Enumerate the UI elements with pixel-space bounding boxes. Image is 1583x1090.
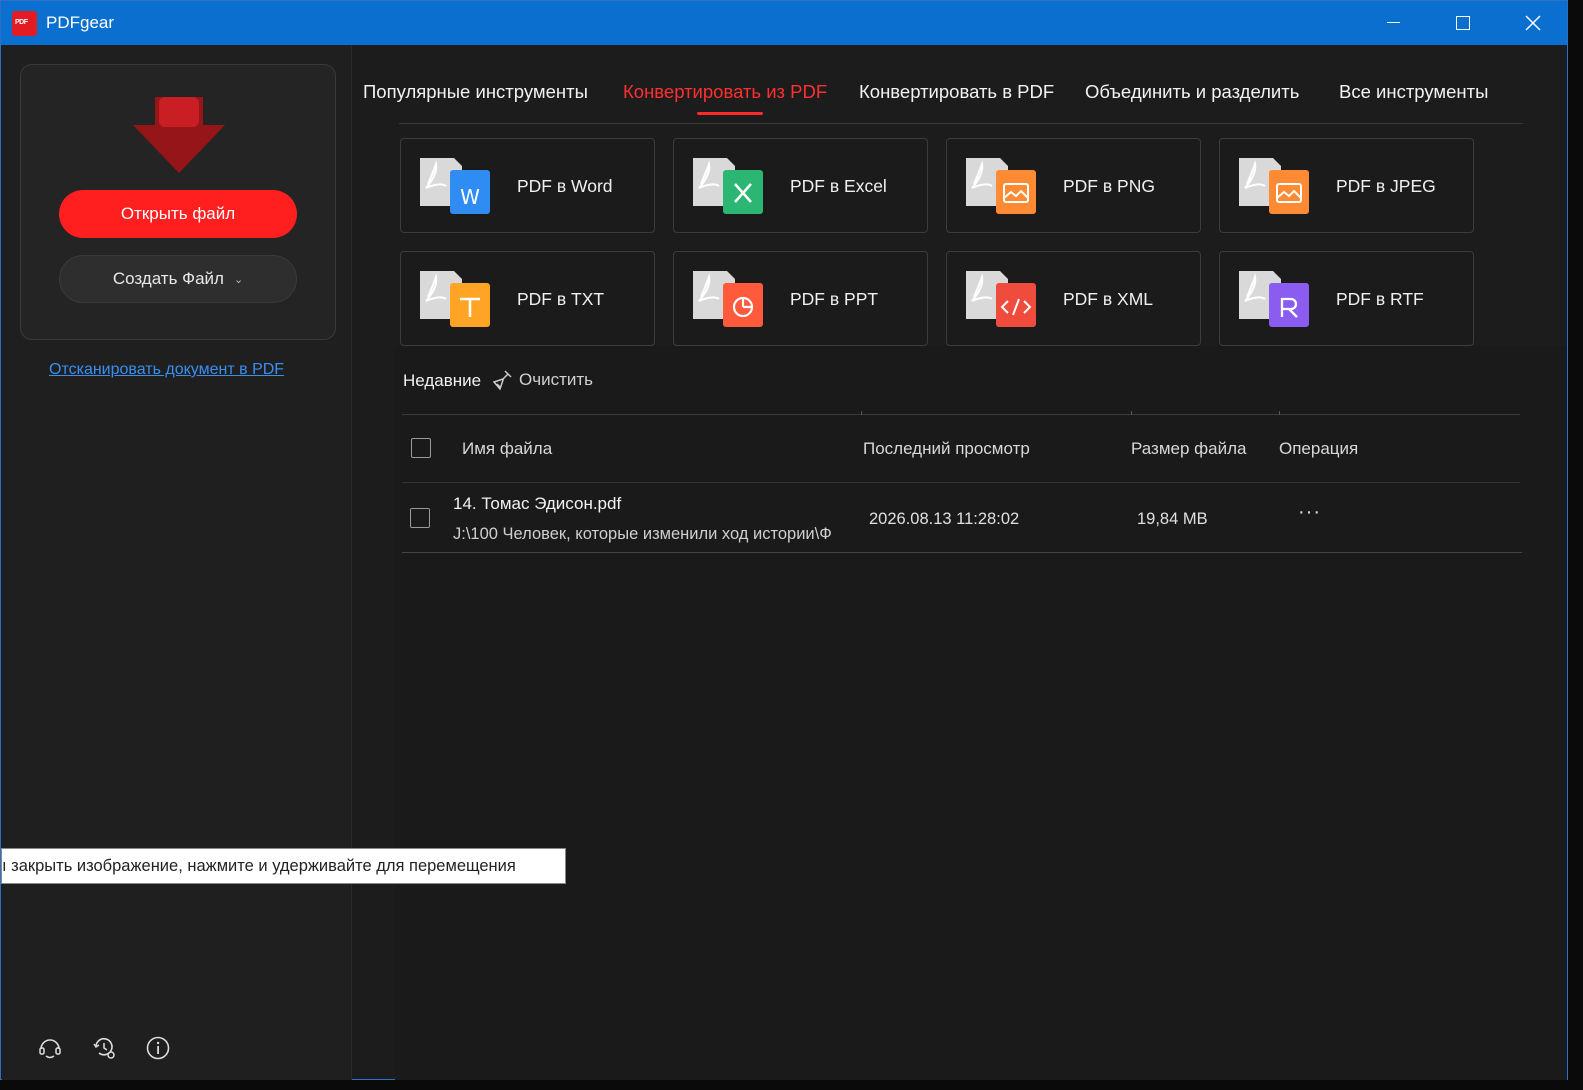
minimize-icon — [1387, 22, 1400, 23]
tool-pdf-to-ppt[interactable]: PDF в PPT — [673, 251, 928, 346]
title-bar[interactable]: PDF PDFgear — [1, 1, 1567, 45]
tool-label: PDF в PPT — [790, 289, 879, 309]
tool-pdf-to-rtf[interactable]: PDF в RTF — [1219, 251, 1474, 346]
tab-all-tools[interactable]: Все инструменты — [1339, 81, 1488, 103]
tab-merge-split[interactable]: Объединить и разделить — [1085, 81, 1299, 103]
sidebar: Открыть файл Создать Файл ⌄ Отсканироват… — [2, 45, 352, 1080]
tabs-divider — [399, 123, 1523, 124]
tab-popular-tools[interactable]: Популярные инструменты — [363, 81, 588, 103]
clear-recent-button[interactable]: Очистить — [491, 369, 593, 391]
column-header-filename[interactable]: Имя файла — [462, 439, 552, 459]
app-logo-icon: PDF — [12, 11, 37, 36]
open-file-card[interactable]: Открыть файл Создать Файл ⌄ — [20, 64, 336, 340]
tool-label: PDF в Excel — [790, 176, 887, 196]
create-file-label: Создать Файл — [112, 269, 224, 288]
txt-icon — [420, 271, 490, 327]
download-arrow-icon — [133, 97, 225, 173]
tab-convert-to-pdf[interactable]: Конвертировать в PDF — [859, 81, 1054, 103]
sidebar-footer — [37, 1035, 171, 1061]
app-window: PDF PDFgear Открыть файл Создать Файл ⌄ … — [0, 0, 1568, 1080]
table-top-divider — [402, 414, 1520, 415]
word-icon: W — [420, 158, 490, 214]
tool-pdf-to-png[interactable]: PDF в PNG — [946, 138, 1201, 233]
row-divider — [402, 552, 1522, 553]
active-tab-indicator — [697, 112, 763, 115]
tool-label: PDF в JPEG — [1336, 176, 1436, 196]
more-options-button[interactable]: ··· — [1298, 501, 1321, 524]
svg-text:W: W — [460, 185, 480, 209]
tool-pdf-to-excel[interactable]: PDF в Excel — [673, 138, 928, 233]
tool-pdf-to-txt[interactable]: PDF в TXT — [400, 251, 655, 346]
app-title: PDFgear — [46, 13, 115, 32]
open-file-button[interactable]: Открыть файл — [59, 190, 297, 238]
row-checkbox[interactable] — [410, 508, 430, 528]
column-separator — [1279, 411, 1280, 415]
tool-pdf-to-word[interactable]: W PDF в Word — [400, 138, 655, 233]
file-path: J:\100 Человек, которые изменили ход ист… — [453, 525, 832, 543]
recent-title: Недавние — [403, 371, 482, 390]
column-header-operation: Операция — [1279, 439, 1359, 458]
tab-convert-from-pdf[interactable]: Конвертировать из PDF — [623, 81, 827, 103]
last-viewed-date: 2026.08.13 11:28:02 — [869, 510, 1020, 528]
column-header-file-size[interactable]: Размер файла — [1131, 439, 1246, 459]
png-icon — [966, 158, 1036, 214]
xml-icon — [966, 271, 1036, 327]
ppt-icon — [693, 271, 763, 327]
close-icon — [1525, 15, 1541, 31]
column-separator — [861, 411, 862, 415]
tool-label: PDF в XML — [1063, 289, 1154, 309]
chevron-down-icon: ⌄ — [233, 273, 244, 286]
support-headset-icon[interactable] — [37, 1035, 63, 1061]
jpeg-icon — [1239, 158, 1309, 214]
create-file-button[interactable]: Создать Файл ⌄ — [59, 255, 297, 303]
tool-pdf-to-jpeg[interactable]: PDF в JPEG — [1219, 138, 1474, 233]
column-header-last-viewed[interactable]: Последний просмотр — [863, 439, 1030, 459]
tooltip: ı закрыть изображение, нажмите и удержив… — [1, 848, 566, 884]
tool-label: PDF в PNG — [1063, 176, 1155, 196]
tool-label: PDF в TXT — [517, 289, 605, 309]
close-button[interactable] — [1498, 1, 1568, 45]
rtf-icon — [1239, 271, 1309, 327]
history-settings-icon[interactable] — [91, 1035, 117, 1061]
tool-label: PDF в Word — [517, 176, 613, 196]
maximize-icon — [1456, 16, 1470, 30]
minimize-button[interactable] — [1358, 1, 1428, 45]
file-name[interactable]: 14. Томас Эдисон.pdf — [453, 494, 621, 514]
excel-icon — [693, 158, 763, 214]
scan-document-link[interactable]: Отсканировать документ в PDF — [49, 361, 284, 379]
column-separator — [1131, 411, 1132, 415]
file-size: 19,84 MB — [1137, 510, 1208, 528]
clear-label: Очистить — [519, 370, 594, 389]
info-icon[interactable] — [145, 1035, 171, 1061]
header-divider — [402, 482, 1520, 483]
tool-pdf-to-xml[interactable]: PDF в XML — [946, 251, 1201, 346]
maximize-button[interactable] — [1428, 1, 1498, 45]
broom-icon — [492, 370, 512, 391]
tool-label: PDF в RTF — [1336, 289, 1424, 309]
select-all-checkbox[interactable] — [411, 438, 431, 458]
